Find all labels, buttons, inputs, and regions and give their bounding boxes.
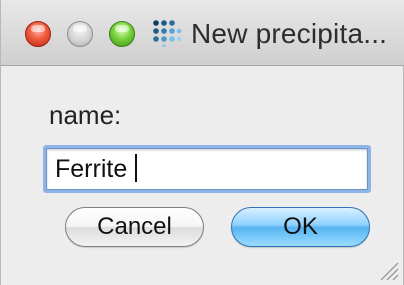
- text-caret: [135, 154, 138, 182]
- close-window-icon[interactable]: [25, 21, 51, 47]
- name-value-text: Ferrite: [55, 155, 128, 183]
- maximize-window-icon[interactable]: [109, 21, 135, 47]
- name-input[interactable]: Ferrite: [46, 148, 368, 190]
- minimize-window-icon[interactable]: [67, 21, 93, 47]
- title-bar[interactable]: New precipita...: [1, 0, 404, 66]
- resize-grip-icon[interactable]: [377, 259, 399, 281]
- window-title: New precipita...: [191, 18, 388, 49]
- name-input-value: Ferrite: [55, 153, 138, 185]
- name-label: name:: [49, 100, 122, 130]
- cancel-button[interactable]: Cancel: [65, 207, 204, 247]
- ok-button[interactable]: OK: [231, 207, 370, 247]
- dot-grid-icon: [153, 20, 182, 47]
- new-precipitate-dialog: New precipita... name: Ferrite Cancel OK: [0, 0, 404, 285]
